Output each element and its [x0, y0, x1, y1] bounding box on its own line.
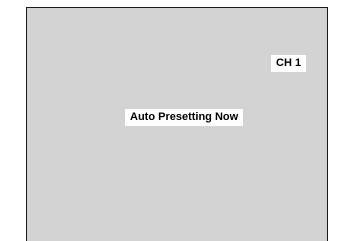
auto-preset-status-message: Auto Presetting Now: [125, 109, 244, 126]
channel-indicator: CH 1: [271, 55, 307, 72]
tv-screen: CH 1 Auto Presetting Now: [26, 7, 328, 241]
